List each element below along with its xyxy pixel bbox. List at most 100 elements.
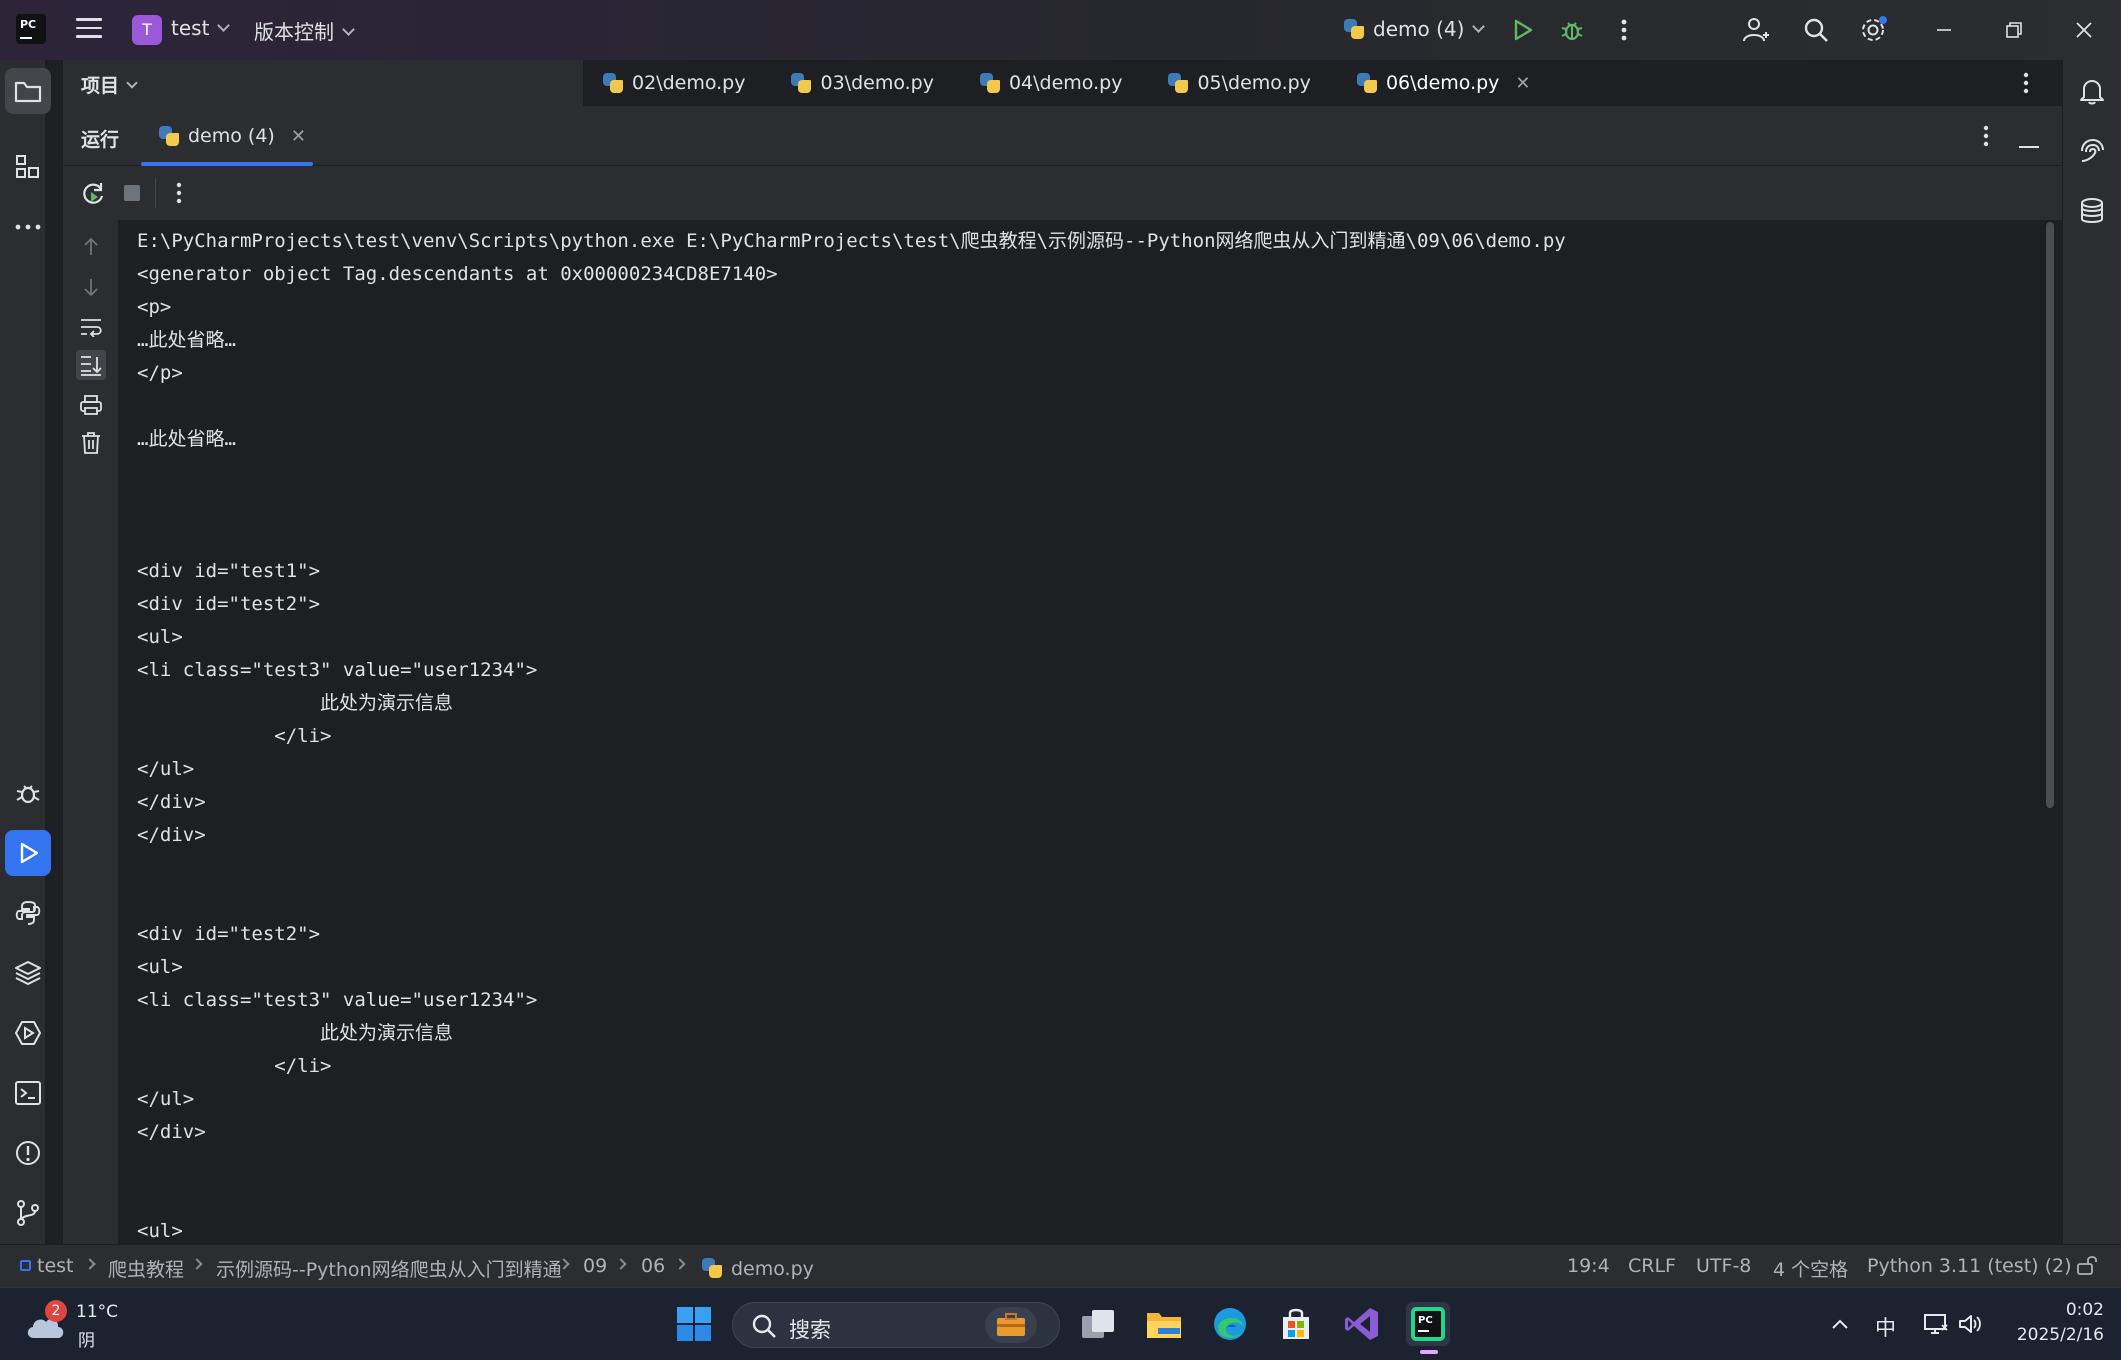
breadcrumb-project[interactable]: test (20, 1255, 74, 1277)
input-method-indicator[interactable]: 中 (1875, 1312, 1896, 1342)
line-ending[interactable]: CRLF (1628, 1255, 1676, 1277)
caret-position[interactable]: 19:4 (1567, 1255, 1610, 1277)
project-pane-header: 项目 (63, 60, 583, 106)
python-console-button[interactable] (5, 890, 51, 936)
close-tab-icon[interactable]: ✕ (291, 126, 306, 147)
git-tool-button[interactable] (5, 1190, 51, 1236)
terminal-tool-button[interactable] (5, 1070, 51, 1116)
search-label: 搜索 (789, 1318, 831, 1342)
svg-text:PC: PC (1418, 1315, 1433, 1326)
python-packages-button[interactable] (5, 950, 51, 996)
project-pane-toggle[interactable]: 项目 (81, 71, 138, 98)
console-scrollbar[interactable] (2046, 222, 2054, 808)
editor-tab[interactable]: 02\demo.py (583, 60, 769, 106)
clock[interactable]: 0:02 2025/2/16 (2004, 1298, 2104, 1350)
hide-run-window-button[interactable] (2019, 134, 2039, 148)
breadcrumb-item[interactable]: 示例源码--Python网络爬虫从入门到精通 (216, 1255, 562, 1282)
taskbar-search[interactable]: 搜索 (732, 1302, 1060, 1348)
close-window-button[interactable] (2066, 12, 2102, 48)
chevron-down-icon (126, 77, 138, 89)
scroll-to-end-icon (81, 356, 102, 376)
task-view-icon (1082, 1310, 1114, 1338)
microsoft-store-button[interactable] (1274, 1302, 1318, 1346)
project-tool-button[interactable] (5, 68, 51, 114)
chevron-down-icon (1472, 20, 1486, 33)
indent-setting[interactable]: 4 个空格 (1773, 1255, 1848, 1282)
file-encoding[interactable]: UTF-8 (1696, 1255, 1751, 1277)
task-view-button[interactable] (1076, 1302, 1120, 1346)
show-hidden-icons-button[interactable] (1818, 1302, 1862, 1346)
console-output[interactable]: E:\PyCharmProjects\test\venv\Scripts\pyt… (119, 220, 2042, 1244)
breadcrumb-item[interactable]: 06 (641, 1255, 665, 1277)
terminal-icon (15, 1081, 41, 1105)
run-tab[interactable]: demo (4) ✕ (141, 106, 313, 166)
editor-tab[interactable]: 04\demo.py (958, 60, 1146, 106)
editor-tab[interactable]: 03\demo.py (769, 60, 957, 106)
notifications-button[interactable] (2069, 68, 2115, 114)
python-interpreter[interactable]: Python 3.11 (test) (2) (1867, 1255, 2072, 1277)
speaker-icon (1959, 1315, 1981, 1333)
pycharm-taskbar-button[interactable]: PC (1406, 1302, 1450, 1354)
database-button[interactable] (2069, 188, 2115, 234)
file-explorer-button[interactable] (1142, 1302, 1186, 1346)
search-everywhere-button[interactable] (1798, 12, 1834, 48)
editor-tab-active[interactable]: 06\demo.py ✕ (1335, 60, 1555, 106)
python-file-icon (702, 1258, 722, 1278)
rerun-icon (83, 183, 104, 204)
console-line: <div id="test2"> (137, 593, 321, 615)
tab-options-button[interactable] (2023, 72, 2043, 96)
run-window-options-button[interactable] (1983, 125, 1989, 151)
status-bar: test 爬虫教程 示例源码--Python网络爬虫从入门到精通 09 06 d… (0, 1244, 2121, 1287)
folder-icon (14, 81, 42, 103)
close-tab-icon[interactable]: ✕ (1515, 73, 1530, 94)
restore-icon (2006, 22, 2022, 38)
clear-all-button[interactable] (76, 428, 106, 458)
scroll-down-button[interactable] (76, 272, 106, 302)
start-button[interactable] (672, 1302, 716, 1346)
breadcrumb-item[interactable]: 爬虫教程 (108, 1255, 184, 1282)
edge-browser-button[interactable] (1208, 1302, 1252, 1346)
more-actions-button[interactable] (1606, 12, 1642, 48)
stop-icon (124, 185, 140, 201)
ai-assistant-button[interactable] (2069, 128, 2115, 174)
run-config-selector[interactable]: demo (4) (1344, 16, 1486, 41)
project-switcher[interactable]: test (171, 16, 231, 40)
problems-icon (16, 1141, 40, 1165)
vcs-menu[interactable]: 版本控制 (254, 16, 355, 45)
project-badge[interactable]: T (132, 15, 162, 45)
visual-studio-button[interactable] (1340, 1302, 1384, 1346)
run-tool-button[interactable] (5, 830, 51, 876)
scroll-to-end-button[interactable] (76, 350, 106, 380)
run-toolbar-more-button[interactable] (176, 182, 182, 208)
breadcrumb-item[interactable]: 09 (583, 1255, 607, 1277)
rerun-button[interactable] (79, 180, 107, 208)
more-tools-button[interactable] (5, 204, 51, 250)
console-line: 此处为演示信息 (137, 1022, 454, 1044)
minimize-button[interactable] (1926, 12, 1962, 48)
volume-button[interactable] (1948, 1302, 1992, 1346)
main-menu-icon[interactable] (76, 18, 102, 40)
code-with-me-button[interactable] (1738, 12, 1774, 48)
editor-tab[interactable]: 05\demo.py (1146, 60, 1334, 106)
run-button[interactable] (1504, 12, 1540, 48)
file-lock-button[interactable] (2076, 1254, 2098, 1281)
settings-button[interactable] (1856, 12, 1892, 48)
soft-wrap-button[interactable] (76, 312, 106, 342)
debug-button[interactable] (1554, 12, 1590, 48)
stop-button[interactable] (123, 184, 143, 204)
run-tab-label: demo (4) (188, 125, 275, 147)
edge-icon (1214, 1308, 1246, 1340)
breadcrumb-separator-icon (615, 1258, 627, 1270)
restore-button[interactable] (1996, 12, 2032, 48)
problems-tool-button[interactable] (5, 1130, 51, 1176)
services-tool-button[interactable] (5, 1010, 51, 1056)
debug-tool-button[interactable] (5, 770, 51, 816)
structure-icon (16, 155, 39, 178)
print-button[interactable] (76, 390, 106, 420)
structure-tool-button[interactable] (5, 144, 51, 190)
weather-widget[interactable]: 2 11°C 阴 (24, 1300, 144, 1351)
pycharm-logo-icon[interactable]: PC (13, 11, 49, 47)
scroll-up-button[interactable] (76, 232, 106, 262)
breadcrumb-file[interactable]: demo.py (702, 1255, 814, 1280)
editor-tab-label: 02\demo.py (632, 72, 746, 94)
